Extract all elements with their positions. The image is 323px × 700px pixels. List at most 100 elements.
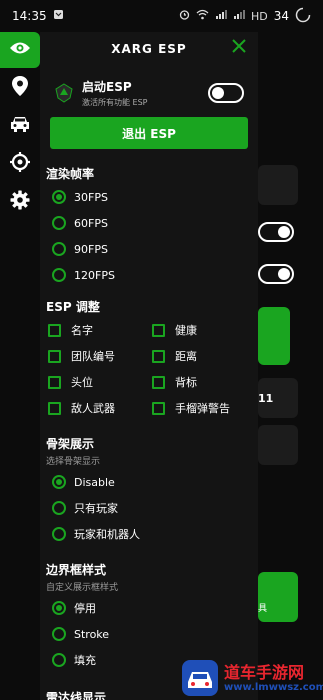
signal-icon [215,9,227,23]
check-team-id[interactable]: 团队编号 [48,343,152,369]
battery-icon [295,7,311,26]
check-label: 头位 [71,376,93,389]
fps-option-label: 60FPS [74,216,108,230]
checkbox[interactable] [48,349,61,363]
alarm-icon [179,9,190,23]
wifi-icon [196,9,209,23]
background-green-button: 具 [258,572,298,622]
signal-icon-2 [233,9,245,23]
check-label: 手榴弹警告 [175,402,230,415]
screen: 14:35 HD 34 11 具 XARG ESP 启动ESP 激活所有功能 E… [0,0,323,700]
watermark-logo-icon [180,658,220,698]
radio[interactable] [52,216,66,230]
radio[interactable] [52,268,66,282]
box-option-label: Stroke [74,627,110,641]
panel-title: XARG ESP [111,42,187,56]
radio-checked[interactable] [52,475,66,489]
check-label: 团队编号 [71,350,115,363]
checkbox[interactable] [152,349,165,363]
background-card: 11 [258,378,298,418]
box-option-stroke[interactable]: Stroke [40,621,258,647]
car-icon [10,115,30,137]
fps-option-60[interactable]: 60FPS [40,210,258,236]
fps-option-label: 30FPS [74,190,108,204]
esp-adjust-section: ESP 调整 名字 健康 团队编号 距离 头位 背标 敌人武器 手榴弹警告 [40,298,258,421]
skeleton-option-disable[interactable]: Disable [40,469,258,495]
skeleton-section: 骨架展示 选择骨架显示 Disable 只有玩家 玩家和机器人 [40,435,258,547]
esp-logo-icon [54,83,74,103]
check-label: 名字 [71,324,93,337]
fps-section: 渲染帧率 30FPS 60FPS 90FPS 120FPS [40,165,258,288]
fps-section-title: 渲染帧率 [46,167,95,181]
fps-option-90[interactable]: 90FPS [40,236,258,262]
esp-adjust-title: ESP 调整 [46,300,100,314]
check-head[interactable]: 头位 [48,369,152,395]
radio[interactable] [52,653,66,667]
radio[interactable] [52,501,66,515]
radio[interactable] [52,627,66,641]
fps-option-120[interactable]: 120FPS [40,262,258,288]
radio[interactable] [52,527,66,541]
box-style-subtitle: 自定义展示框样式 [46,583,119,593]
esp-card-title: 启动ESP [82,80,132,94]
check-back-mark[interactable]: 背标 [152,369,256,395]
exit-esp-button[interactable]: 退出 ESP [50,117,248,149]
esp-panel: XARG ESP 启动ESP 激活所有功能 ESP 退出 ESP 渲染帧率 30… [40,32,258,700]
rail-settings[interactable] [0,184,40,220]
skeleton-subtitle: 选择骨架显示 [46,457,101,467]
panel-header: XARG ESP [40,35,258,63]
check-distance[interactable]: 距离 [152,343,256,369]
skeleton-option-players[interactable]: 只有玩家 [40,495,258,521]
checkbox[interactable] [48,401,61,415]
radio-checked[interactable] [52,601,66,615]
background-label: 11 [258,391,274,405]
background-label: 具 [258,604,268,614]
skeleton-title: 骨架展示 [46,437,95,451]
checkbox[interactable] [152,323,165,337]
close-button[interactable] [230,39,248,57]
status-bar: 14:35 HD 34 [0,0,323,32]
radio-checked[interactable] [52,190,66,204]
box-option-label: 填充 [74,654,96,667]
esp-card-subtitle: 激活所有功能 ESP [82,98,148,107]
skeleton-option-label: 玩家和机器人 [74,528,140,541]
skeleton-option-label: Disable [74,475,115,489]
rail-aim[interactable] [0,146,40,182]
side-rail [0,32,40,212]
check-label: 敌人武器 [71,402,115,415]
background-card [258,425,298,465]
watermark-url: www.lmwwsz.com [224,681,323,693]
background-card [258,165,298,205]
rail-location[interactable] [0,70,40,106]
skeleton-option-label: 只有玩家 [74,502,118,515]
check-label: 距离 [175,350,197,363]
watermark: 道车手游网 www.lmwwsz.com [180,656,323,700]
battery-level: 34 [273,9,289,23]
box-option-disabled[interactable]: 停用 [40,595,258,621]
checkbox[interactable] [152,375,165,389]
status-time: 14:35 [12,9,47,23]
skeleton-option-players-bots[interactable]: 玩家和机器人 [40,521,258,547]
esp-toggle-card: 启动ESP 激活所有功能 ESP [48,75,250,111]
background-toggle [258,222,294,242]
rail-vehicle[interactable] [0,108,40,144]
check-name[interactable]: 名字 [48,317,152,343]
box-style-title: 边界框样式 [46,563,107,577]
checkbox[interactable] [152,401,165,415]
network-type: HD [250,9,268,23]
eye-icon [9,40,31,60]
message-icon [53,9,64,23]
background-toggle [258,264,294,284]
radio[interactable] [52,242,66,256]
gear-icon [10,190,30,214]
checkbox[interactable] [48,375,61,389]
check-health[interactable]: 健康 [152,317,256,343]
checkbox[interactable] [48,323,61,337]
fps-option-30[interactable]: 30FPS [40,184,258,210]
check-grenade-warning[interactable]: 手榴弹警告 [152,395,256,421]
background-green-button [258,307,290,365]
check-enemy-weapon[interactable]: 敌人武器 [48,395,152,421]
esp-enable-toggle[interactable] [208,83,244,103]
close-icon [232,39,246,53]
rail-eye[interactable] [0,32,40,68]
